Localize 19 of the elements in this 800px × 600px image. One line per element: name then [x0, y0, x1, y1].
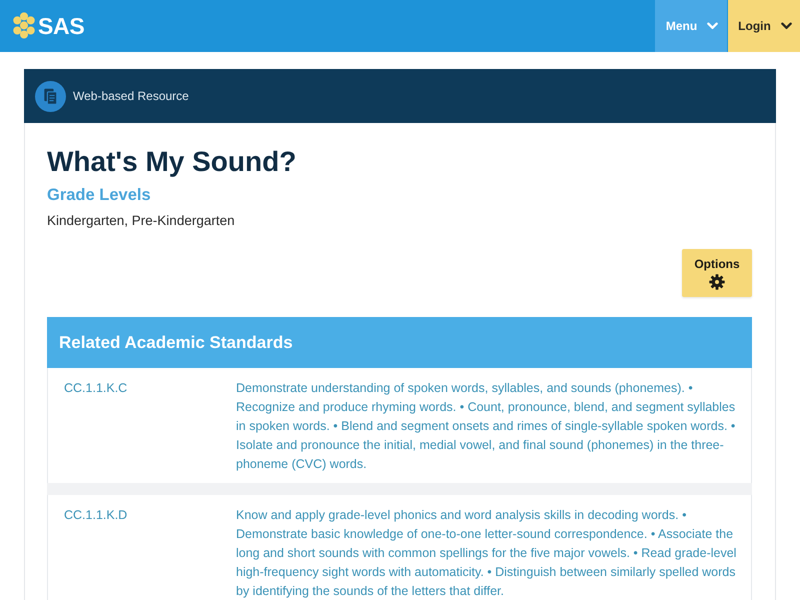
- standards-heading: Related Academic Standards: [47, 317, 752, 368]
- grade-levels-text: Kindergarten, Pre-Kindergarten: [47, 212, 236, 230]
- standard-code-link[interactable]: CC.1.1.K.C: [64, 379, 236, 398]
- resource-title: What's My Sound?: [47, 145, 298, 179]
- chevron-down-icon: [780, 22, 792, 30]
- logo-text: SAS: [38, 12, 84, 40]
- login-button[interactable]: Login: [728, 0, 800, 52]
- grade-levels-heading: Grade Levels: [47, 185, 152, 206]
- resource-type-label: Web-based Resource: [73, 89, 189, 103]
- standard-description: Know and apply grade-level phonics and word analysis skills in decoding words. • Demonstrate basic knowledge of one-to-one letter-sound correspondence. • Associate the long and short sounds with common spellings for the five major vowels. • Read grade-level high-frequency sight words with automaticity. • Distinguish between similarly spelled words by identifying the sounds of the letters that differ.: [236, 507, 738, 600]
- document-icon: [35, 80, 66, 112]
- menu-button[interactable]: Menu: [655, 0, 727, 52]
- logo-link[interactable]: SAS: [0, 0, 84, 52]
- standard-description: Demonstrate understanding of spoken words, syllables, and sounds (phonemes). • Recognize and produce rhyming words. • Count, pronounce, blend, and segment syllables in spoken words. • Blend and segment onsets and rimes of single-syllable spoken words. • Isolate and pronounce the initial, medial vowel, and final sound (phonemes) in the three-phoneme (CVC) words.: [236, 380, 736, 473]
- options-button[interactable]: Options: [682, 249, 752, 297]
- standard-code-link[interactable]: CC.1.1.K.D: [64, 506, 236, 525]
- settings-icon: [709, 274, 725, 290]
- honeycomb-logo-icon: [12, 12, 36, 40]
- chevron-down-icon: [707, 22, 718, 30]
